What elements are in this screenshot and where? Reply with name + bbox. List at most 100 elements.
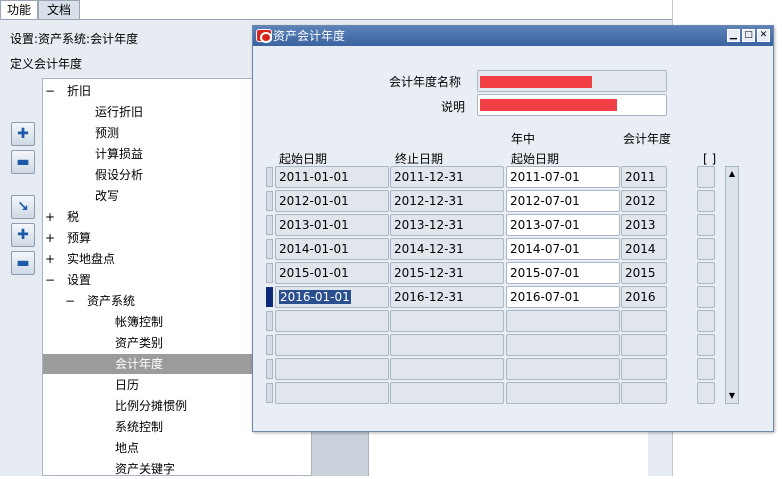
tree-node-label: 预测 — [95, 126, 120, 140]
grid-cell-mid[interactable]: 2016-07-01 — [506, 286, 620, 308]
tree-node-label: 日历 — [115, 378, 140, 392]
tree-node-label: 改写 — [95, 189, 120, 203]
grid-cell-year[interactable]: 2013 — [621, 214, 667, 236]
expand-icon[interactable]: + — [45, 228, 55, 248]
tab-functions[interactable]: 功能 — [0, 0, 38, 20]
grid-cell-year[interactable]: 2016 — [621, 286, 667, 308]
window-title: 资产会计年度 — [273, 29, 346, 43]
row-selector[interactable] — [266, 215, 273, 235]
grid-cell-start[interactable] — [275, 358, 389, 380]
grid-cell-start[interactable] — [275, 334, 389, 356]
collapse-icon[interactable]: − — [45, 81, 55, 101]
grid-cell-mid[interactable]: 2013-07-01 — [506, 214, 620, 236]
expand-all-icon[interactable]: ✚ — [11, 223, 35, 247]
grid-cell-year[interactable] — [621, 382, 667, 404]
grid-cell-start[interactable]: 2012-01-01 — [275, 190, 389, 212]
minus-icon[interactable]: ▬ — [11, 150, 35, 174]
collapse-icon[interactable]: − — [65, 291, 75, 311]
tree-node-label: 税 — [67, 210, 80, 224]
description-label: 说明 — [441, 100, 466, 114]
grid-cell-start[interactable]: 2016-01-01 — [275, 286, 389, 308]
grid-cell-mid[interactable]: 2015-07-01 — [506, 262, 620, 284]
row-flag-field[interactable] — [697, 166, 715, 188]
tree-node-label: 运行折旧 — [95, 105, 144, 119]
grid-cell-year[interactable] — [621, 358, 667, 380]
grid-cell-year[interactable]: 2012 — [621, 190, 667, 212]
grid-cell-year[interactable]: 2014 — [621, 238, 667, 260]
row-selector[interactable] — [266, 239, 273, 259]
row-selector[interactable] — [266, 287, 273, 307]
grid-cell-year[interactable]: 2015 — [621, 262, 667, 284]
grid-cell-end[interactable]: 2012-12-31 — [390, 190, 504, 212]
grid-cell-start[interactable] — [275, 310, 389, 332]
row-flag-field[interactable] — [697, 238, 715, 260]
grid-cell-end[interactable] — [390, 358, 504, 380]
grid-cell-start[interactable]: 2014-01-01 — [275, 238, 389, 260]
grid-cell-mid[interactable]: 2012-07-01 — [506, 190, 620, 212]
grid-cell-end[interactable] — [390, 334, 504, 356]
grid-cell-mid[interactable]: 2014-07-01 — [506, 238, 620, 260]
grid-cell-end[interactable]: 2014-12-31 — [390, 238, 504, 260]
navigator-subtitle: 定义会计年度 — [10, 57, 83, 71]
tree-node-label: 资产类别 — [115, 336, 164, 350]
scroll-up-icon[interactable]: ▲ — [727, 168, 737, 180]
tab-documents[interactable]: 文档 — [38, 0, 80, 20]
tree-node-label: 实地盘点 — [67, 252, 116, 266]
row-flag-field[interactable] — [697, 190, 715, 212]
redaction-mark — [480, 76, 592, 88]
row-flag-field[interactable] — [697, 286, 715, 308]
grid-cell-start[interactable]: 2013-01-01 — [275, 214, 389, 236]
grid-cell-year[interactable] — [621, 310, 667, 332]
grid-scrollbar[interactable]: ▲ ▼ — [725, 166, 739, 404]
row-selector[interactable] — [266, 335, 273, 355]
row-flag-field[interactable] — [697, 334, 715, 356]
grid-cell-mid[interactable] — [506, 310, 620, 332]
row-flag-field[interactable] — [697, 358, 715, 380]
grid-cell-end[interactable]: 2013-12-31 — [390, 214, 504, 236]
grid-cell-mid[interactable] — [506, 358, 620, 380]
selected-text: 2016-01-01 — [279, 290, 351, 304]
close-icon[interactable]: ✕ — [757, 29, 770, 42]
grid-cell-end[interactable]: 2011-12-31 — [390, 166, 504, 188]
window-titlebar[interactable]: 资产会计年度 ▁ □ ✕ — [253, 26, 773, 46]
grid-cell-mid[interactable] — [506, 334, 620, 356]
tree-node-label: 地点 — [115, 441, 140, 455]
tree-node-label: 资产系统 — [87, 294, 136, 308]
navigator-title: 设置:资产系统:会计年度 — [10, 32, 139, 46]
grid-cell-end[interactable]: 2015-12-31 — [390, 262, 504, 284]
maximize-icon[interactable]: □ — [742, 29, 755, 42]
grid-cell-start[interactable]: 2015-01-01 — [275, 262, 389, 284]
grid-cell-year[interactable] — [621, 334, 667, 356]
collapse-all-icon[interactable]: ▬ — [11, 251, 35, 275]
row-selector[interactable] — [266, 191, 273, 211]
minimize-icon[interactable]: ▁ — [727, 29, 740, 42]
row-selector[interactable] — [266, 263, 273, 283]
row-selector[interactable] — [266, 167, 273, 187]
grid-cell-start[interactable]: 2011-01-01 — [275, 166, 389, 188]
plus-icon[interactable]: ✚ — [11, 122, 35, 146]
expand-branch-icon[interactable]: ↘ — [11, 195, 35, 219]
expand-icon[interactable]: + — [45, 249, 55, 269]
grid-cell-end[interactable] — [390, 382, 504, 404]
fiscal-year-name-label: 会计年度名称 — [389, 75, 462, 89]
col-header-mid-top: 年中 — [511, 132, 536, 146]
scroll-down-icon[interactable]: ▼ — [727, 390, 737, 402]
row-selector[interactable] — [266, 383, 273, 403]
row-selector[interactable] — [266, 311, 273, 331]
expand-icon[interactable]: + — [45, 207, 55, 227]
col-header-year: 会计年度 — [623, 132, 672, 146]
grid-cell-mid[interactable]: 2011-07-01 — [506, 166, 620, 188]
row-selector[interactable] — [266, 359, 273, 379]
grid-cell-end[interactable]: 2016-12-31 — [390, 286, 504, 308]
row-flag-field[interactable] — [697, 310, 715, 332]
grid-cell-end[interactable] — [390, 310, 504, 332]
grid-cell-start[interactable] — [275, 382, 389, 404]
col-header-end: 终止日期 — [395, 152, 444, 166]
row-flag-field[interactable] — [697, 214, 715, 236]
tree-node-label: 预算 — [67, 231, 92, 245]
row-flag-field[interactable] — [697, 262, 715, 284]
row-flag-field[interactable] — [697, 382, 715, 404]
grid-cell-year[interactable]: 2011 — [621, 166, 667, 188]
grid-cell-mid[interactable] — [506, 382, 620, 404]
collapse-icon[interactable]: − — [45, 270, 55, 290]
